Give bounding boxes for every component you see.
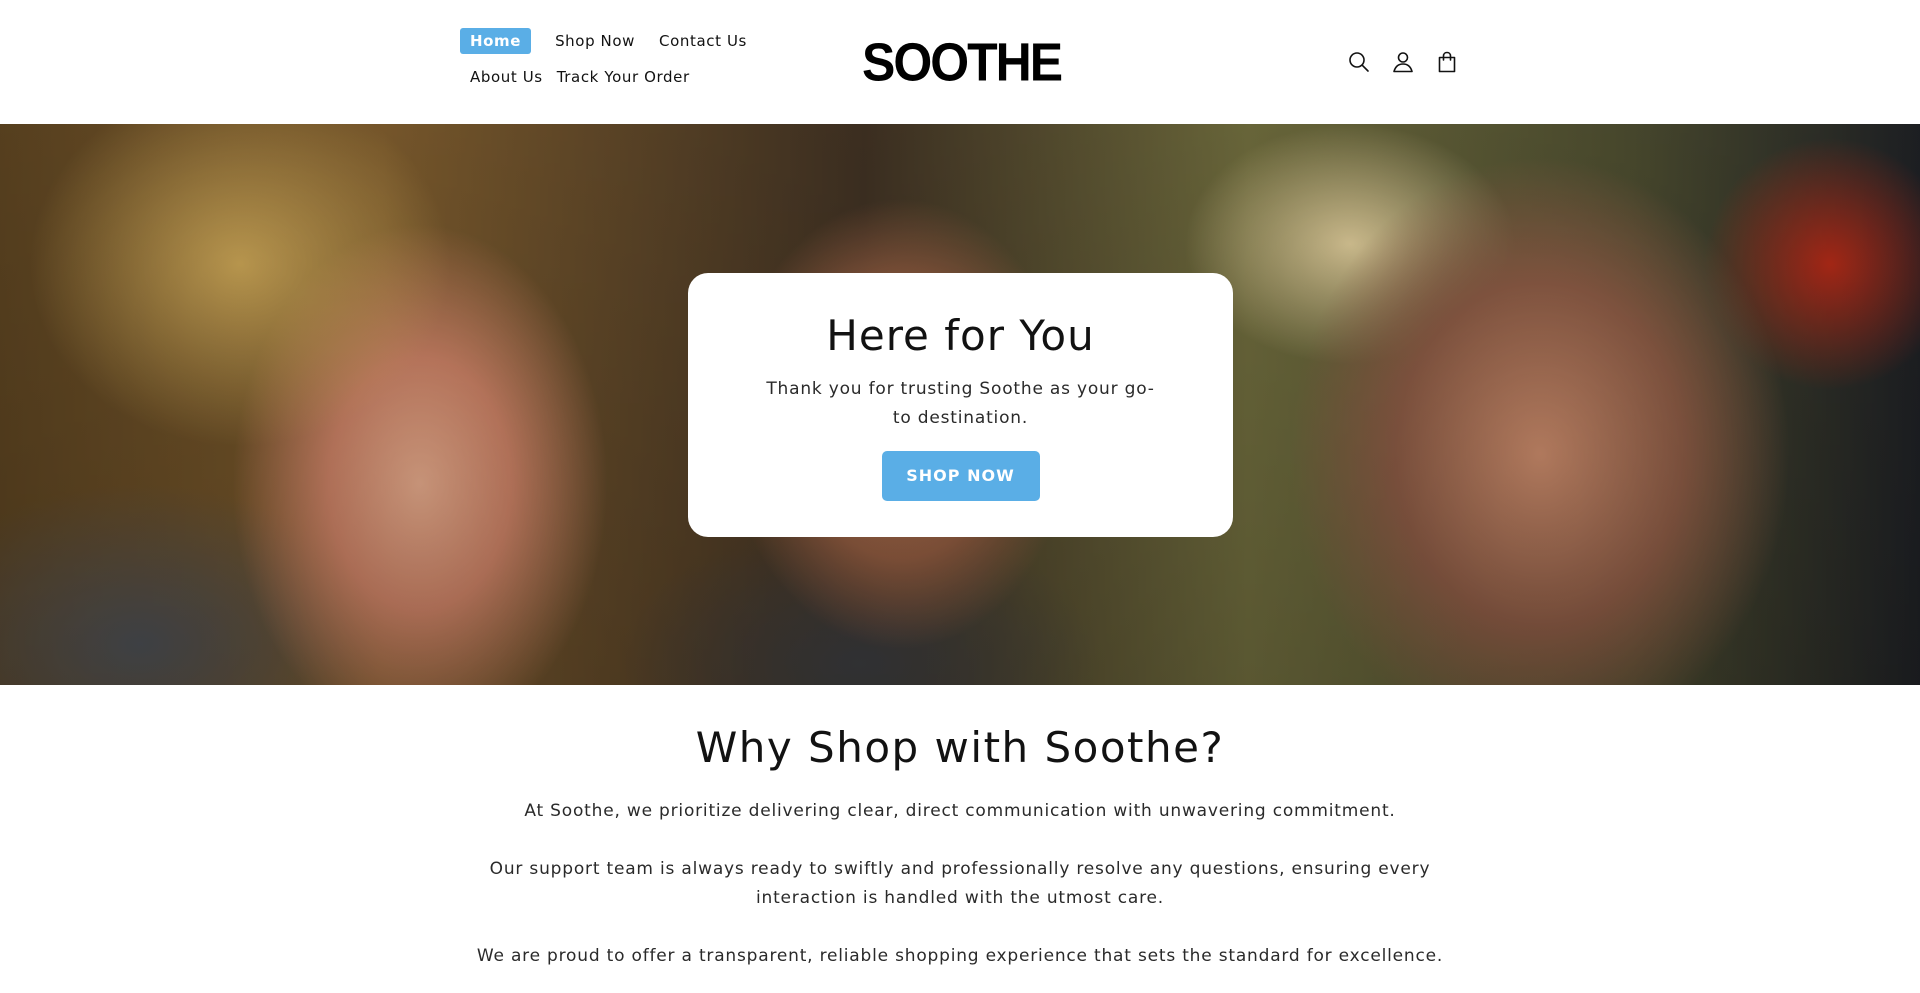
why-paragraph: We are proud to offer a transparent, rel… <box>476 946 1444 966</box>
why-title: Why Shop with Soothe? <box>695 723 1225 772</box>
nav-shop-now[interactable]: Shop Now <box>545 28 645 54</box>
main-nav: Home Shop Now Contact Us About Us Track … <box>460 28 840 90</box>
nav-track-your-order[interactable]: Track Your Order <box>557 64 700 90</box>
hero-card: Here for You Thank you for trusting Soot… <box>688 273 1233 537</box>
site-header: Home Shop Now Contact Us About Us Track … <box>0 0 1920 124</box>
shop-now-button[interactable]: SHOP NOW <box>881 451 1040 501</box>
why-paragraph: Our support team is always ready to swif… <box>489 859 1431 908</box>
hero-banner: Here for You Thank you for trusting Soot… <box>0 124 1920 685</box>
why-shop-section: Why Shop with Soothe? At Soothe, we prio… <box>0 685 1920 993</box>
nav-contact-us[interactable]: Contact Us <box>649 28 757 54</box>
cart-icon[interactable] <box>1432 44 1462 80</box>
why-paragraphs: At Soothe, we prioritize delivering clea… <box>460 797 1460 971</box>
hero-title: Here for You <box>826 311 1095 360</box>
search-icon[interactable] <box>1344 44 1374 80</box>
nav-home[interactable]: Home <box>460 28 532 54</box>
why-paragraph: At Soothe, we prioritize delivering clea… <box>524 801 1396 821</box>
hero-text: Thank you for trusting Soothe as your go… <box>766 379 1155 428</box>
account-icon[interactable] <box>1388 44 1418 80</box>
brand-logo[interactable]: SOOTHE <box>862 32 1063 92</box>
header-icons <box>1344 44 1462 80</box>
nav-about-us[interactable]: About Us <box>460 64 553 90</box>
